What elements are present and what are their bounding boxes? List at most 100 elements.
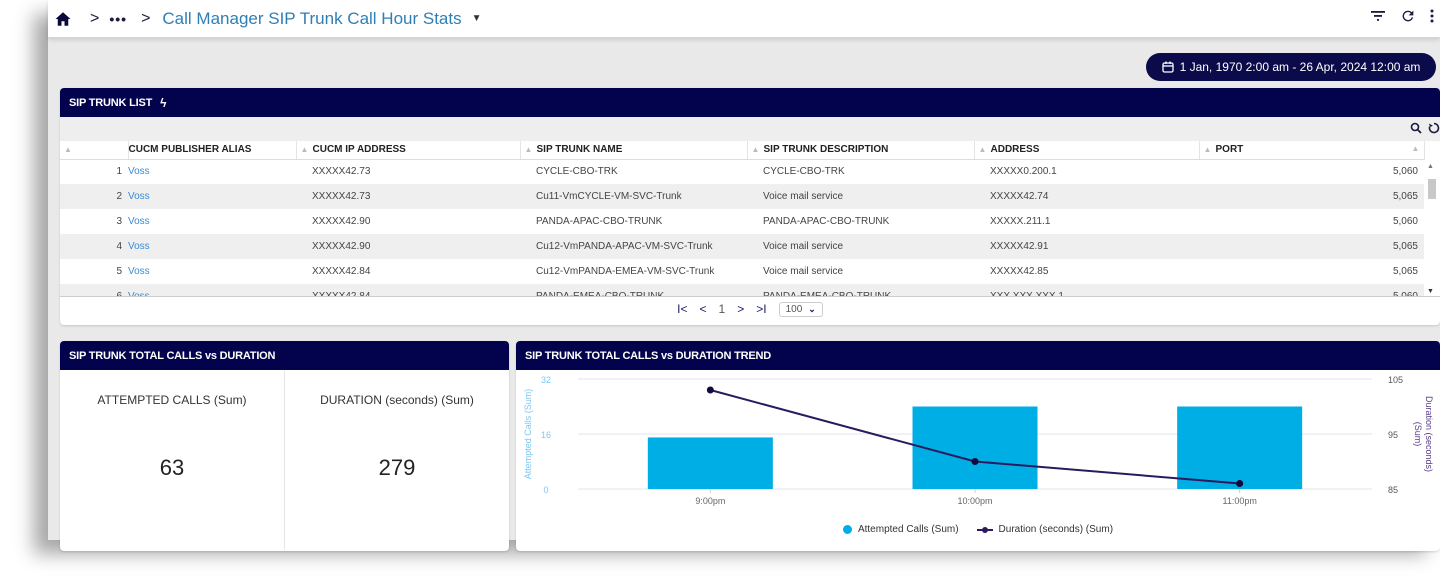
cell-cucm-ip: XXXXX42.73 — [312, 166, 371, 178]
chevron-right-icon: > — [141, 9, 151, 27]
table-row[interactable]: 4 Voss XXXXX42.90 Cu12-VmPANDA-APAC-VM-S… — [60, 234, 1424, 259]
next-page-button[interactable]: > — [737, 302, 744, 316]
cell-alias[interactable]: Voss — [128, 159, 296, 184]
x-tick-label: 9:00pm — [695, 496, 725, 506]
chevron-right-icon: > — [90, 9, 100, 27]
dropdown-caret-icon[interactable]: ▼ — [472, 13, 482, 24]
row-number: 5 — [116, 266, 122, 277]
y-tick-label: 16 — [541, 430, 551, 440]
table-row[interactable]: 6 Voss XXXXX42.84 PANDA-EMEA-CBO-TRUNK P… — [60, 284, 1424, 296]
pagination: I< < 1 > >I 100 ⌄ — [60, 297, 1440, 321]
panel-title: SIP TRUNK TOTAL CALLS vs DURATION TREND — [525, 349, 772, 362]
column-header-trunk-description[interactable]: ▲ SIP TRUNK DESCRIPTION — [747, 141, 975, 160]
sip-trunk-table: ▲ CUCM PUBLISHER ALIAS ▲ CUCM IP ADDRESS … — [60, 141, 1425, 296]
y-axis-title: Attempted Calls (Sum) — [523, 389, 533, 480]
cell-address: XXXXX42.74 — [974, 184, 1199, 209]
cell-address: XXXXX42.85 — [990, 266, 1049, 277]
row-number-header[interactable]: ▲ — [60, 141, 129, 160]
cell-port: 5,060 — [1392, 216, 1418, 227]
table-row[interactable]: 3 Voss XXXXX42.90 PANDA-APAC-CBO-TRUNK P… — [60, 209, 1424, 234]
point-duration — [971, 458, 979, 465]
page-size-select[interactable]: 100 ⌄ — [778, 301, 823, 317]
panel-header: SIP TRUNK TOTAL CALLS vs DURATION TREND — [516, 341, 1440, 370]
legend-item-duration[interactable]: Duration (seconds) (Sum) — [976, 524, 1113, 535]
table-scrollbar[interactable]: ▲ ▼ — [1424, 161, 1440, 296]
cell-port: 5,065 — [1199, 234, 1424, 259]
cell-cucm-ip: XXXXX42.90 — [312, 216, 371, 227]
cell-alias[interactable]: Voss — [128, 234, 296, 259]
x-tick-label: 10:00pm — [957, 496, 992, 506]
row-number: 4 — [60, 234, 128, 259]
cell-address: XXX.XXX.XXX.1 — [974, 284, 1199, 296]
y-right-tick-label: 105 — [1388, 375, 1403, 385]
toolbar-actions — [1370, 8, 1434, 29]
table-row[interactable]: 1 Voss XXXXX42.73 CYCLE-CBO-TRK CYCLE-CB… — [60, 159, 1424, 184]
panel-title: SIP TRUNK TOTAL CALLS vs DURATION — [69, 349, 276, 362]
cell-alias[interactable]: Voss — [128, 284, 296, 296]
reset-icon[interactable] — [1428, 121, 1440, 139]
refresh-icon[interactable] — [1400, 8, 1416, 29]
cell-cucm-ip: XXXXX42.84 — [312, 266, 371, 277]
breadcrumb-more[interactable]: ••• — [109, 11, 127, 27]
column-header-alias[interactable]: CUCM PUBLISHER ALIAS — [128, 141, 297, 160]
cell-trunk-description: Voice mail service — [747, 234, 974, 259]
lightning-icon[interactable]: ϟ — [160, 96, 166, 110]
home-icon[interactable] — [54, 10, 72, 28]
prev-page-button[interactable]: < — [700, 302, 707, 316]
chevron-down-icon: ⌄ — [808, 303, 816, 314]
scroll-up-icon[interactable]: ▲ — [1427, 163, 1434, 170]
table-header-row: ▲ CUCM PUBLISHER ALIAS ▲ CUCM IP ADDRESS … — [60, 141, 1425, 160]
table-row[interactable]: 2 Voss XXXXX42.73 Cu11-VmCYCLE-VM-SVC-Tr… — [60, 184, 1424, 209]
cell-trunk-name: Cu12-VmPANDA-EMEA-VM-SVC-Trunk — [536, 266, 715, 277]
bar-attempted-calls — [1177, 406, 1303, 489]
y-tick-label: 0 — [543, 485, 548, 495]
last-page-button[interactable]: >I — [756, 302, 766, 316]
cell-trunk-description: PANDA-EMEA-CBO-TRUNK — [747, 284, 974, 296]
scroll-down-icon[interactable]: ▼ — [1427, 288, 1434, 295]
cell-alias[interactable]: Voss — [128, 259, 296, 284]
table-row[interactable]: 5 Voss XXXXX42.84 Cu12-VmPANDA-EMEA-VM-S… — [60, 259, 1424, 284]
chart-legend: Attempted Calls (Sum) Duration (seconds)… — [516, 524, 1440, 535]
scrollbar-thumb[interactable] — [1428, 179, 1436, 199]
column-header-port[interactable]: ▲ PORT ▲ — [1199, 141, 1425, 160]
column-header-trunk-name[interactable]: ▲ SIP TRUNK NAME — [520, 141, 748, 160]
trend-chart-panel: SIP TRUNK TOTAL CALLS vs DURATION TREND … — [516, 341, 1440, 551]
first-page-button[interactable]: I< — [677, 302, 687, 316]
list-toolbar — [60, 117, 1440, 141]
kpi-duration: DURATION (seconds) (Sum) 279 — [284, 370, 509, 550]
filter-icon[interactable] — [1370, 9, 1386, 28]
cell-address: XXXXX42.91 — [974, 234, 1199, 259]
cell-trunk-description: Voice mail service — [747, 184, 974, 209]
row-number: 3 — [116, 216, 122, 227]
date-range-picker[interactable]: 1 Jan, 1970 2:00 am - 26 Apr, 2024 12:00… — [1146, 53, 1436, 81]
legend-item-attempted-calls[interactable]: Attempted Calls (Sum) — [842, 524, 959, 535]
cell-trunk-description: CYCLE-CBO-TRK — [763, 166, 845, 178]
bar-attempted-calls — [647, 437, 773, 489]
kpi-attempted-calls: ATTEMPTED CALLS (Sum) 63 — [60, 370, 284, 550]
panel-header: SIP TRUNK LIST ϟ — [60, 88, 1440, 117]
row-number: 2 — [60, 184, 128, 209]
cell-cucm-ip: XXXXX42.73 — [296, 184, 520, 209]
cell-alias[interactable]: Voss — [128, 209, 296, 234]
cell-alias[interactable]: Voss — [128, 184, 296, 209]
point-duration — [706, 386, 714, 394]
cell-port: 5,060 — [1199, 284, 1424, 296]
cell-trunk-description: Voice mail service — [763, 266, 844, 277]
sip-trunk-list-panel: SIP TRUNK LIST ϟ ▲ CUCM PUBLISHER ALIAS … — [60, 88, 1440, 325]
cell-trunk-description: PANDA-APAC-CBO-TRUNK — [763, 216, 890, 227]
page-title[interactable]: Call Manager SIP Trunk Call Hour Stats — [162, 9, 461, 29]
cell-address: XXXXX.211.1 — [990, 216, 1051, 227]
kpi-value: 63 — [159, 455, 185, 480]
kebab-menu-icon[interactable] — [1430, 9, 1434, 28]
column-header-address[interactable]: ▲ ADDRESS — [974, 141, 1200, 160]
row-number: 1 — [116, 166, 122, 178]
cell-trunk-name: Cu11-VmCYCLE-VM-SVC-Trunk — [520, 184, 747, 209]
kpi-label: DURATION (seconds) (Sum) — [320, 393, 474, 407]
search-icon[interactable] — [1410, 121, 1422, 139]
column-header-cucm-ip[interactable]: ▲ CUCM IP ADDRESS — [296, 141, 521, 160]
x-tick-label: 11:00pm — [1222, 496, 1256, 506]
dashboard-frame: > ••• > Call Manager SIP Trunk Call Hour… — [48, 0, 1440, 551]
y-right-axis-title: Duration (seconds) — [1424, 396, 1434, 472]
cell-port: 5,065 — [1199, 184, 1424, 209]
cell-trunk-name: PANDA-EMEA-CBO-TRUNK — [520, 284, 747, 296]
